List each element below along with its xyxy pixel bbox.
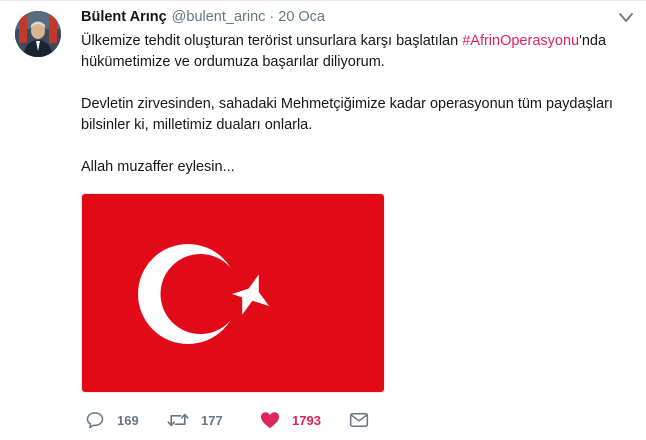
hashtag-link[interactable]: #AfrinOperasyonu: [462, 33, 579, 49]
tweet-text: Ülkemize tehdit oluşturan terörist unsur…: [81, 31, 626, 178]
reply-count: 169: [117, 412, 139, 428]
tweet-paragraph-3: Allah muzaffer eylesin...: [81, 159, 235, 175]
reply-icon: [86, 412, 104, 429]
tweet-card[interactable]: Bülent Arınç @bulent_arinc · 20 Oca Ülke…: [0, 0, 646, 440]
direct-message-button[interactable]: [349, 409, 369, 431]
tweet-paragraph-1: Ülkemize tehdit oluşturan terörist unsur…: [81, 31, 626, 73]
tweet-header: Bülent Arınç @bulent_arinc · 20 Oca: [81, 9, 325, 29]
display-name[interactable]: Bülent Arınç: [81, 9, 167, 25]
tweet-paragraph-2: Devletin zirvesinden, sahadaki Mehmetçiğ…: [81, 96, 613, 133]
retweet-icon: [167, 413, 189, 427]
chevron-down-icon[interactable]: [618, 11, 634, 25]
timestamp[interactable]: 20 Oca: [278, 9, 325, 25]
username[interactable]: @bulent_arinc: [172, 9, 266, 25]
turkish-flag-image: [82, 194, 384, 392]
avatar-image: [15, 11, 61, 57]
envelope-icon: [349, 413, 369, 427]
heart-icon: [261, 412, 279, 429]
avatar[interactable]: [15, 11, 61, 57]
like-count: 1793: [292, 412, 321, 428]
tweet-media-image[interactable]: [81, 193, 385, 393]
retweet-count: 177: [201, 412, 223, 428]
reply-button[interactable]: 169: [85, 409, 139, 431]
retweet-button[interactable]: 177: [167, 409, 223, 431]
tweet-actions: 169 177 1793: [81, 409, 381, 431]
tweet-text-segment: Ülkemize tehdit oluşturan terörist unsur…: [81, 33, 463, 49]
separator-dot: ·: [269, 9, 275, 25]
like-button[interactable]: 1793: [260, 409, 321, 431]
